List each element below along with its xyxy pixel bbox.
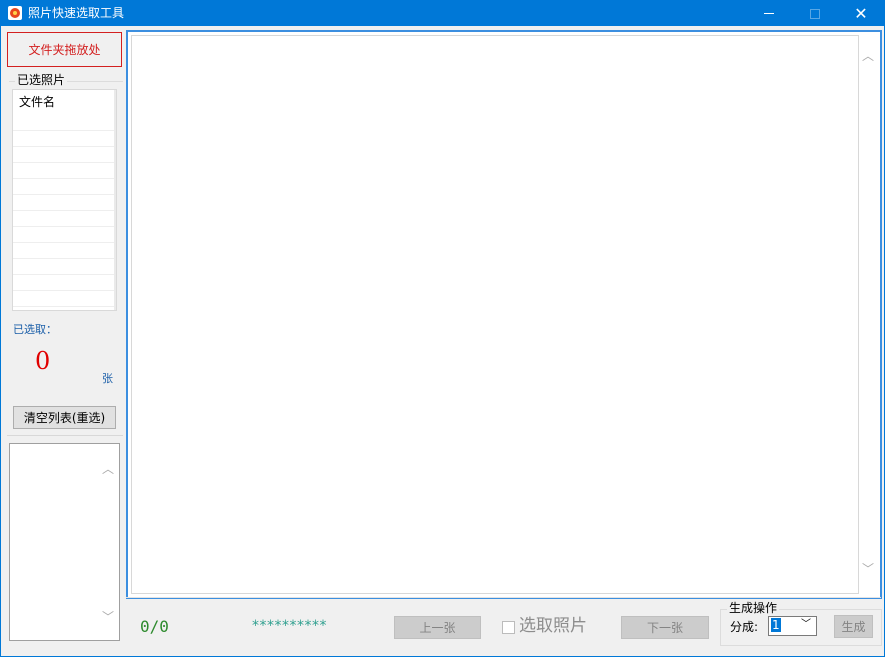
chevron-down-icon[interactable]: ﹀ (801, 618, 811, 632)
clear-list-button[interactable]: 清空列表(重选) (13, 406, 116, 429)
generate-button[interactable]: 生成 (834, 615, 873, 638)
photo-app-icon (8, 6, 22, 20)
table-row[interactable] (13, 242, 116, 243)
title-bar[interactable]: 照片快速选取工具 ✕ (1, 1, 884, 26)
split-count-value: 1 (771, 618, 781, 632)
generate-group-title: 生成操作 (727, 601, 780, 615)
selected-count-label: 已选取： (13, 323, 57, 336)
table-row[interactable] (13, 162, 116, 163)
minimize-icon (764, 13, 774, 14)
file-list-column-header[interactable]: 文件名 (19, 95, 55, 109)
split-label: 分成: (730, 620, 759, 634)
close-icon: ✕ (854, 3, 868, 23)
chevron-down-icon[interactable]: ﹀ (862, 560, 874, 577)
bottom-bar-divider (126, 597, 881, 598)
table-row[interactable] (13, 210, 116, 211)
previous-photo-button-label: 上一张 (419, 621, 456, 635)
minimize-button[interactable] (746, 1, 792, 26)
chevron-down-icon[interactable]: ﹀ (102, 608, 114, 625)
photo-progress: 0/0 (140, 617, 169, 636)
selected-count-unit: 张 (102, 372, 113, 385)
previous-photo-button[interactable]: 上一张 (394, 616, 481, 639)
selected-file-list[interactable]: 文件名 (12, 89, 117, 311)
maximize-icon (810, 8, 820, 19)
split-count-select[interactable]: 1 ﹀ (768, 616, 817, 636)
chevron-up-icon[interactable]: ︿ (102, 460, 114, 477)
table-row[interactable] (13, 306, 116, 307)
rating-stars: ********** (252, 618, 327, 634)
table-row[interactable] (13, 258, 116, 259)
file-list-scrollbar[interactable] (114, 90, 116, 310)
table-row[interactable] (13, 146, 116, 147)
log-textbox[interactable]: ︿ ﹀ (9, 443, 120, 641)
selected-photos-group-title: 已选照片 (15, 73, 68, 87)
table-row[interactable] (13, 194, 116, 195)
table-row[interactable] (13, 178, 116, 179)
photo-preview-frame: ︿ ﹀ (126, 30, 882, 599)
photo-preview-area[interactable] (131, 35, 859, 594)
folder-drop-zone[interactable]: 文件夹拖放处 (7, 32, 122, 67)
drop-zone-label: 文件夹拖放处 (28, 43, 101, 57)
chevron-up-icon[interactable]: ︿ (862, 47, 874, 64)
next-photo-button-label: 下一张 (646, 621, 683, 635)
maximize-button[interactable] (792, 1, 838, 26)
selected-count-value: 0 (35, 347, 51, 375)
select-photo-checkbox[interactable] (502, 621, 515, 634)
table-row[interactable] (13, 290, 116, 291)
preview-scrollbar[interactable]: ︿ ﹀ (859, 35, 876, 592)
table-row[interactable] (13, 226, 116, 227)
app-window: 照片快速选取工具 ✕ 文件夹拖放处 已选照片 文件名 已选取： 0 张 清空列表… (0, 0, 885, 657)
next-photo-button[interactable]: 下一张 (621, 616, 709, 639)
table-row[interactable] (13, 274, 116, 275)
close-button[interactable]: ✕ (838, 1, 884, 26)
table-row[interactable] (13, 130, 116, 131)
left-panel-divider (7, 435, 123, 436)
select-photo-label[interactable]: 选取照片 (519, 615, 587, 637)
clear-list-button-label: 清空列表(重选) (23, 411, 106, 425)
generate-button-label: 生成 (841, 620, 866, 634)
window-title: 照片快速选取工具 (28, 6, 125, 20)
